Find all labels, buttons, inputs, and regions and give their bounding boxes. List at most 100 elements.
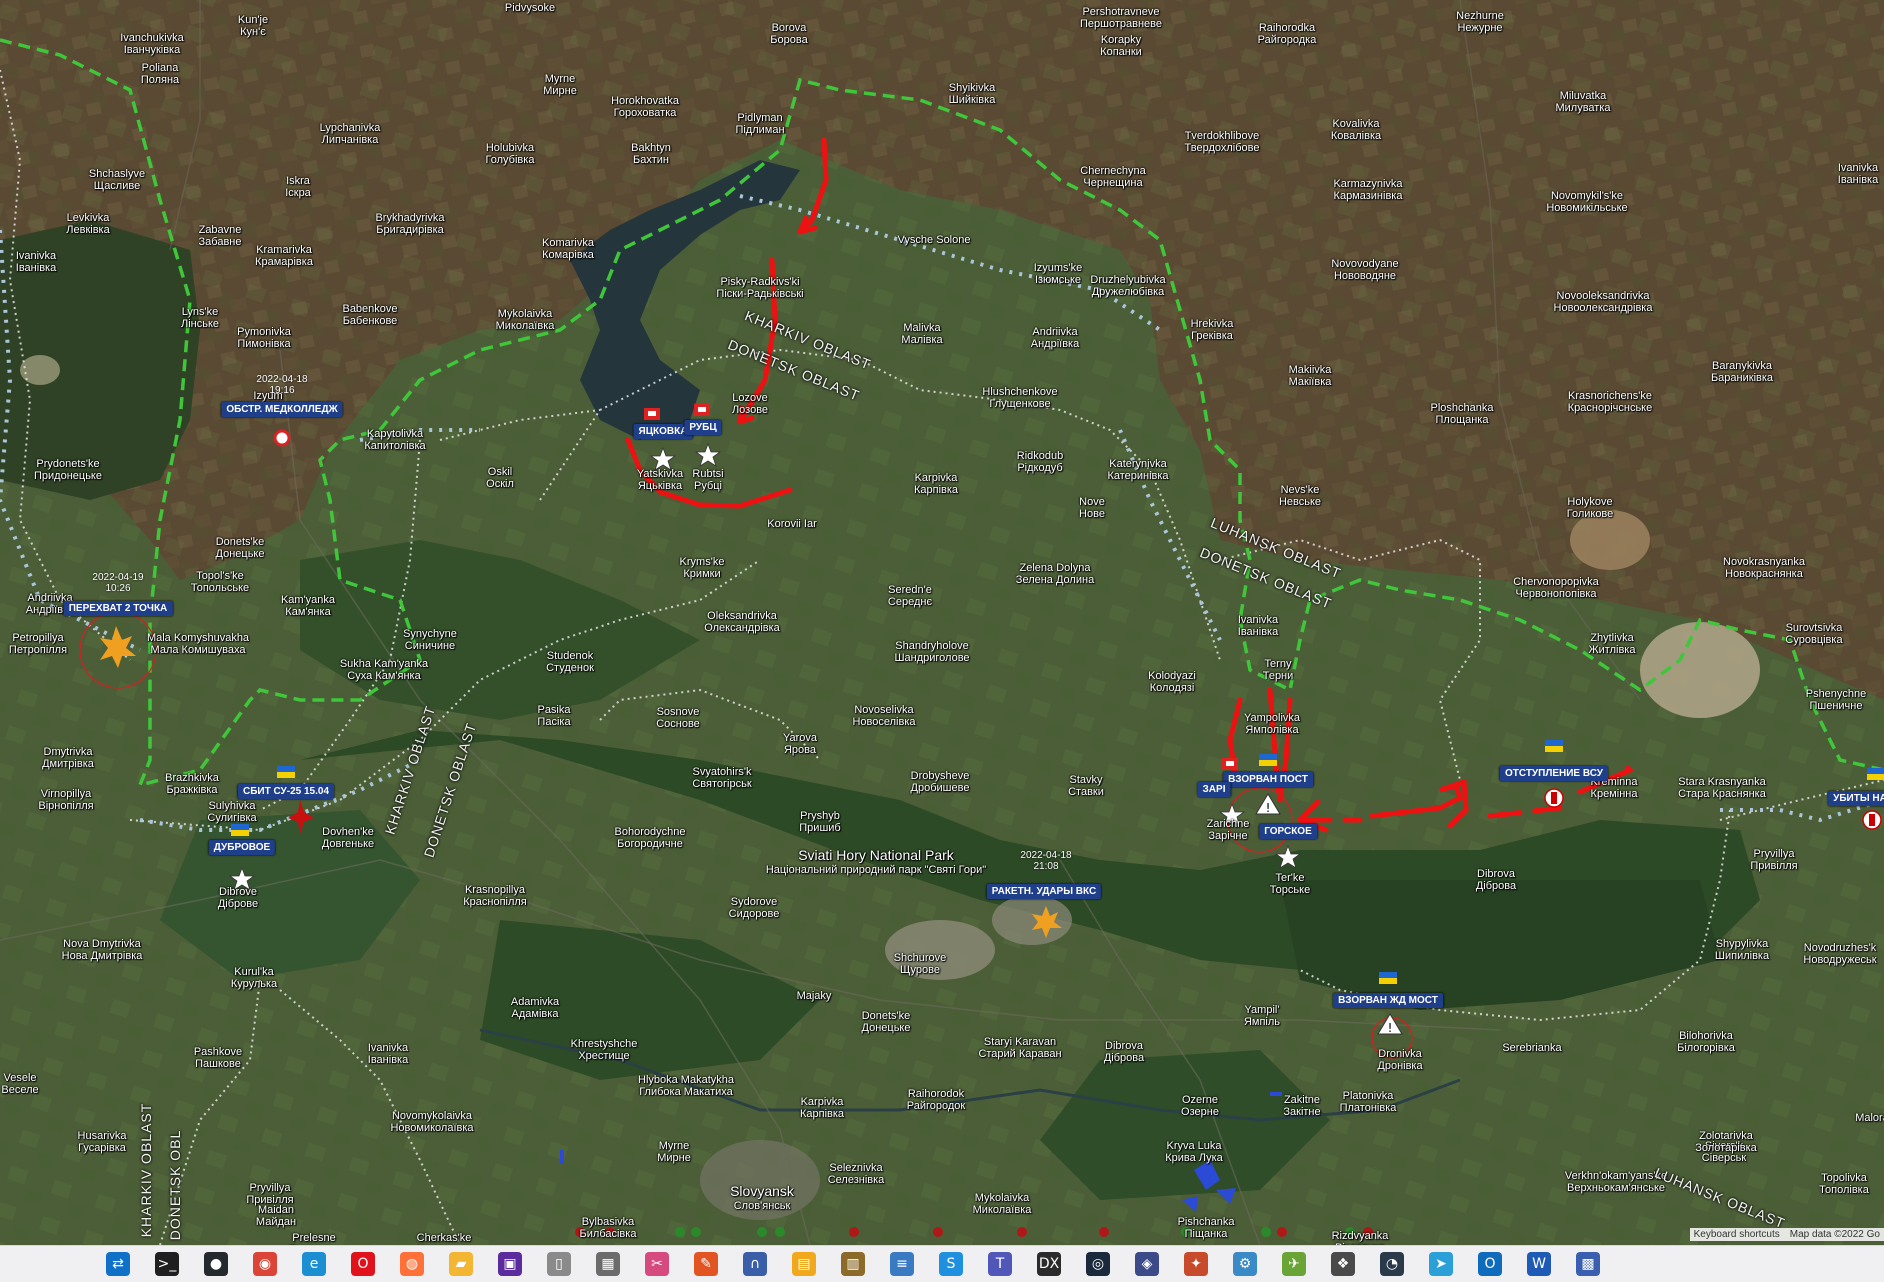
edge-icon[interactable]: e — [302, 1252, 326, 1276]
scanner-icon[interactable]: ≡ — [890, 1252, 914, 1276]
ukraine-flag-icon — [1379, 972, 1397, 984]
place-label: Pryshyb Пришиб — [799, 810, 841, 834]
place-label: Pershotravneve Першотравневе — [1080, 6, 1162, 30]
firefox-icon[interactable]: ◍ — [400, 1252, 424, 1276]
place-label: Malivka Малівка — [901, 322, 943, 346]
place-label: Yatskivka Яцьківка — [636, 468, 684, 492]
place-label: Donets'ke Донецьке — [215, 536, 265, 560]
place-label: Pryvillya Привілля — [246, 1182, 294, 1206]
event-timestamp: 2022-04-19 10:26 — [92, 572, 144, 594]
event-timestamp: 2022-04-18 19:16 — [256, 374, 308, 396]
place-label: Majaky — [796, 990, 832, 1002]
place-label: Malora — [1855, 1112, 1884, 1124]
place-label: Ridkodub Рідкодуб — [1016, 450, 1064, 474]
compass-icon[interactable]: ✦ — [1184, 1252, 1208, 1276]
place-label: Ivanivka Іванівка — [1837, 162, 1879, 186]
pdf-icon[interactable]: ▤ — [792, 1252, 816, 1276]
word-icon[interactable]: W — [1527, 1252, 1551, 1276]
place-label: Pishchanka Піщанка — [1177, 1216, 1235, 1240]
network-monitor-icon[interactable]: ▩ — [1576, 1252, 1600, 1276]
place-label: Hlushchenkove Глущенкове — [982, 386, 1058, 410]
place-label: Shyikivka Шийківка — [948, 82, 996, 106]
event-marker-label[interactable]: УБИТЫ НА — [1828, 791, 1884, 806]
teamviewer-icon[interactable]: ⇄ — [106, 1252, 130, 1276]
terminal-icon[interactable]: >_ — [155, 1252, 179, 1276]
place-label: Rubtsi Рубці — [692, 468, 724, 492]
place-label: Raihorodka Райгородка — [1257, 22, 1317, 46]
network-icon[interactable]: ⚙ — [1233, 1252, 1257, 1276]
map-icon[interactable]: ✈ — [1282, 1252, 1306, 1276]
place-label: Topolivka Тополівка — [1819, 1172, 1869, 1196]
place-label: Druzhelyubivka Дружелюбівка — [1090, 274, 1166, 298]
place-label: Levkivka Левківка — [66, 212, 110, 236]
bird-icon[interactable]: ❖ — [1331, 1252, 1355, 1276]
place-label: Ter'ke Торське — [1269, 872, 1311, 896]
place-label: Myrne Мирне — [543, 73, 577, 97]
ukraine-flag-icon — [1545, 740, 1563, 752]
place-label: Ivanchukivka Іванчуківка — [120, 32, 184, 56]
map-view[interactable]: ! ! Ivanchukivka Іванчуківка Poliana Пол… — [0, 0, 1884, 1245]
save-disk-icon[interactable]: ▣ — [498, 1252, 522, 1276]
outlook-icon[interactable]: O — [1478, 1252, 1502, 1276]
github-icon[interactable]: ● — [204, 1252, 228, 1276]
place-label: Andriivka Андріївка — [1030, 326, 1080, 350]
place-label: Pashkove Пашкове — [193, 1046, 243, 1070]
folder-icon[interactable]: ▰ — [449, 1252, 473, 1276]
oblast-label: KHARKIV OBLAST — [138, 1102, 154, 1238]
place-label: Novooleksandrivka Новоолександрівка — [1553, 290, 1653, 314]
event-marker-label[interactable]: ВЗОРВАН ЖД МОСТ — [1333, 993, 1443, 1008]
place-label: Karpivka Карпівка — [913, 472, 959, 496]
event-marker-label[interactable]: СБИТ СУ-25 15.04 — [237, 784, 335, 799]
event-marker-label[interactable]: РУБЦ — [684, 420, 722, 435]
place-label: Hrekivka Греківка — [1190, 318, 1234, 342]
place-label: Vysche Solone — [897, 234, 971, 246]
place-label: Komarivka Комарівка — [542, 237, 594, 261]
keyboard-shortcuts-link[interactable]: Keyboard shortcuts — [1694, 1229, 1780, 1240]
place-label: Ivanivka Іванівка — [15, 250, 57, 274]
opera-icon[interactable]: O — [351, 1252, 375, 1276]
paint-icon[interactable]: ✎ — [694, 1252, 718, 1276]
lock-icon[interactable]: ◈ — [1135, 1252, 1159, 1276]
document-icon[interactable]: ▯ — [547, 1252, 571, 1276]
place-label: Bakhtyn Бахтин — [631, 142, 671, 166]
event-marker-label[interactable]: ВЗОРВАН ПОСТ — [1223, 772, 1313, 787]
city-label: Sviati Hory National Park Національний пр… — [765, 847, 987, 877]
place-label: Dibrova Діброва — [1475, 868, 1517, 892]
event-marker-label[interactable]: ПЕРЕХВАТ 2 ТОЧКА — [63, 601, 173, 616]
event-marker-label[interactable]: ДУБРОВОЕ — [208, 840, 276, 855]
place-label: Sydorove Сидорове — [728, 896, 780, 920]
calculator-icon[interactable]: ▦ — [596, 1252, 620, 1276]
place-label: Shandryholove Шандриголове — [894, 640, 970, 664]
event-marker-label[interactable]: ОБСТР. МЕДКОЛЛЕДЖ — [221, 402, 343, 417]
event-marker-label[interactable]: ЗАРІ — [1197, 782, 1231, 797]
place-label: Hlyboka Makatykha Глибока Макатиха — [638, 1074, 734, 1098]
snipping-icon[interactable]: ✂ — [645, 1252, 669, 1276]
steam-icon[interactable]: ◎ — [1086, 1252, 1110, 1276]
archive-icon[interactable]: ▥ — [841, 1252, 865, 1276]
place-label: Brykhadyrivka Бригадирівка — [375, 212, 445, 236]
place-label: Kovalivka Ковалівка — [1330, 118, 1382, 142]
event-marker-label[interactable]: ГОРСКОЕ — [1259, 824, 1317, 839]
place-label: Novomykolaivka Новомиколаївка — [390, 1110, 474, 1134]
place-label: Kolodyazi Колодязі — [1148, 670, 1196, 694]
teams-icon[interactable]: T — [988, 1252, 1012, 1276]
svg-text:!: ! — [1266, 801, 1271, 815]
event-marker-label[interactable]: РАКЕТН. УДАРЫ ВКС — [986, 884, 1102, 899]
event-marker-label[interactable]: ОТСТУПЛЕНИЕ ВСУ — [1499, 766, 1609, 781]
place-label: Pidvysoke — [504, 2, 556, 14]
place-label: Nova Dmytrivka Нова Дмитрівка — [61, 938, 143, 962]
telegram-icon[interactable]: ➤ — [1429, 1252, 1453, 1276]
place-label: Zakitne Закітне — [1283, 1094, 1321, 1118]
place-label: Kurul'ka Курулька — [230, 966, 278, 990]
place-label: Pasika Пасіка — [537, 704, 571, 728]
chrome-icon[interactable]: ◉ — [253, 1252, 277, 1276]
samsung-icon[interactable]: S — [939, 1252, 963, 1276]
dx-icon[interactable]: DX — [1037, 1252, 1061, 1276]
place-label: Serebrianka — [1502, 1042, 1562, 1054]
headphones-icon[interactable]: ∩ — [743, 1252, 767, 1276]
place-label: PrelesneПрелесне — [289, 1232, 339, 1245]
map-attribution: Keyboard shortcuts Map data ©2022 Go — [1689, 1228, 1884, 1241]
speed-icon[interactable]: ◔ — [1380, 1252, 1404, 1276]
place-label: Poliana Поляна — [140, 62, 180, 86]
place-label: Zabavne Забавне — [198, 224, 242, 248]
